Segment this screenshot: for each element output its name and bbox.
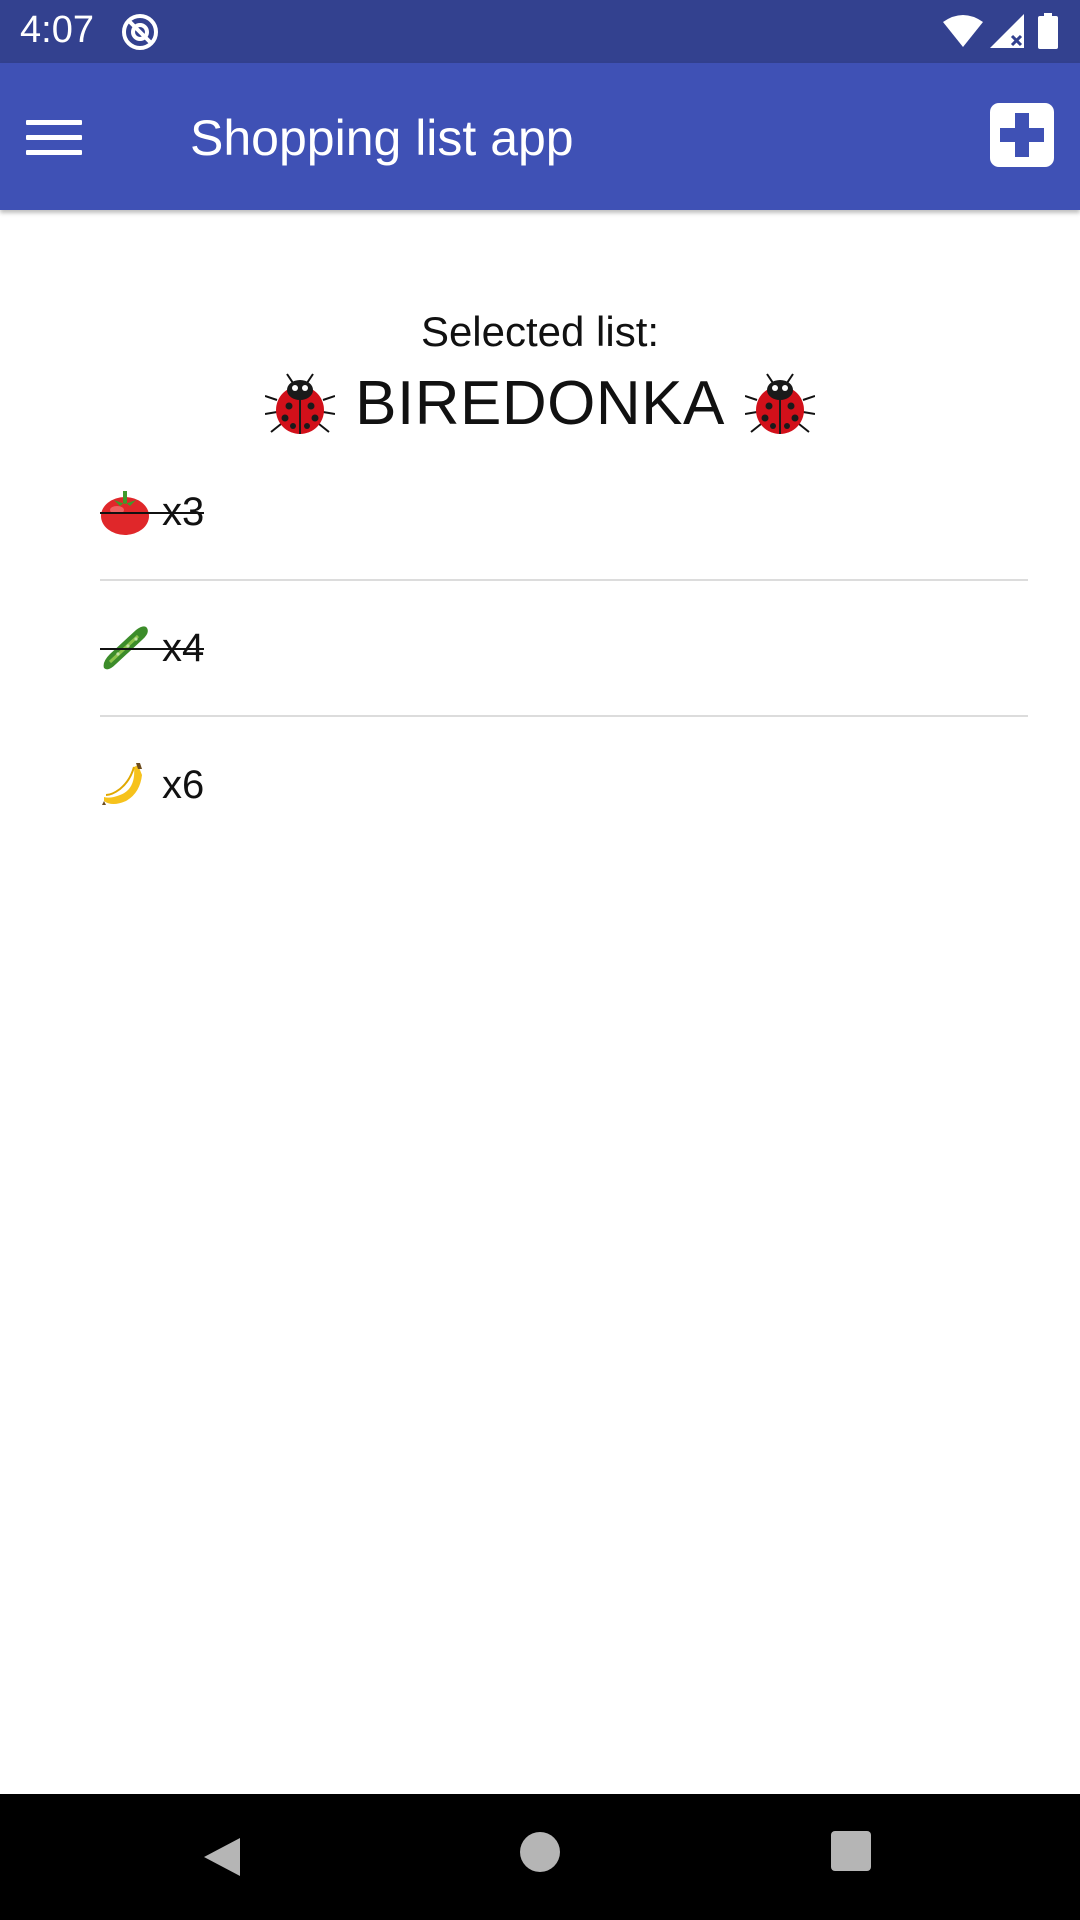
app-bar: Shopping list app [0, 63, 1080, 210]
shopping-items-list: x3 x4 x6 [100, 445, 1028, 853]
menu-bar-line [26, 134, 82, 140]
battery-icon [1038, 13, 1058, 49]
list-item-content: x6 [100, 761, 204, 809]
app-title: Shopping list app [190, 110, 574, 166]
list-item-content: x3 [100, 488, 205, 536]
ladybug-icon [265, 372, 336, 434]
hamburger-menu-icon[interactable] [14, 105, 94, 169]
menu-bar-line [26, 119, 82, 125]
wifi-icon [943, 15, 983, 47]
signal-icon [990, 14, 1024, 48]
list-item[interactable]: x4 [100, 581, 1028, 717]
list-name: BIREDONKA [355, 369, 725, 438]
item-quantity: x6 [162, 762, 205, 807]
ladybug-icon [744, 372, 815, 434]
menu-bar-line [26, 149, 82, 155]
screen: 4:07 Shopping list app Selected list: BI… [0, 0, 1080, 1920]
home-icon[interactable] [520, 1832, 560, 1872]
strikethrough [100, 648, 205, 650]
plus-horizontal [1000, 128, 1044, 142]
selected-list-label: Selected list: [420, 308, 660, 355]
add-box-icon[interactable] [990, 103, 1054, 167]
navigation-bar [0, 1794, 1080, 1920]
list-item[interactable]: x3 [100, 445, 1028, 581]
status-time: 4:07 [20, 9, 94, 51]
strikethrough [100, 512, 205, 514]
list-item[interactable]: x6 [100, 717, 1028, 853]
recents-icon[interactable] [831, 1831, 871, 1871]
notification-icon [122, 14, 158, 50]
back-icon[interactable] [200, 1834, 246, 1880]
list-name-row: BIREDONKA [0, 368, 1080, 439]
list-item-content: x4 [100, 624, 205, 672]
status-bar: 4:07 [0, 0, 1080, 63]
banana-icon [102, 763, 142, 805]
